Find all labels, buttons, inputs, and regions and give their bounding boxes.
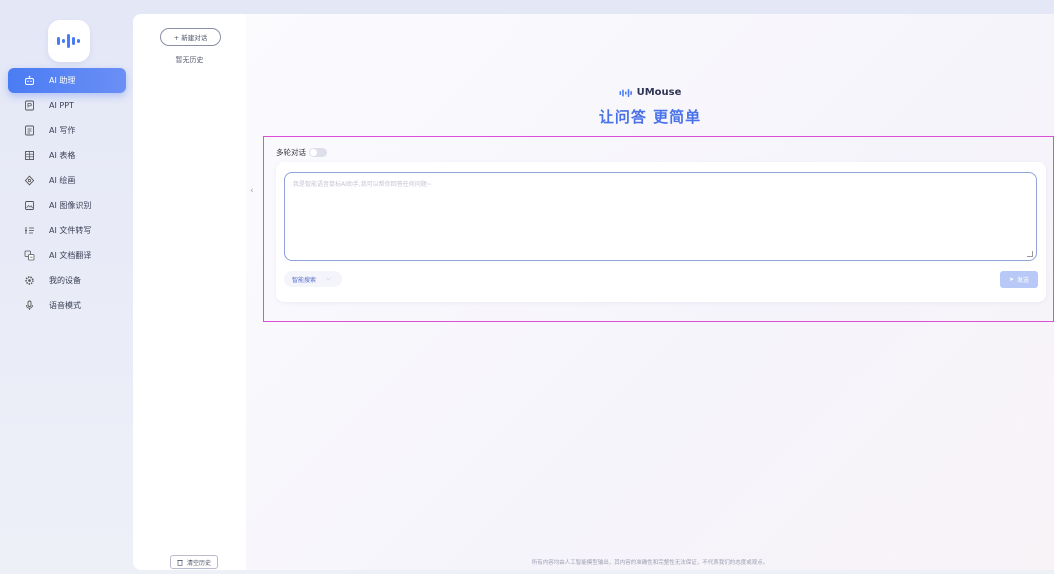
- send-plane-icon: ➤: [1008, 276, 1014, 283]
- ppt-icon: [24, 100, 35, 111]
- sidebar-item-label: 语音模式: [49, 301, 81, 310]
- collapse-panel-chevron-left-icon[interactable]: ‹: [250, 186, 254, 196]
- app-logo[interactable]: [48, 20, 90, 62]
- sidebar-item-ai-doc-translation[interactable]: AI 文档翻译: [8, 243, 126, 268]
- transcribe-icon: [24, 225, 35, 236]
- sidebar-item-label: AI 图像识别: [49, 201, 92, 210]
- sidebar-item-label: AI 文档翻译: [49, 251, 92, 260]
- send-button[interactable]: ➤ 发送: [1000, 271, 1038, 288]
- sidebar-item-label: AI 表格: [49, 151, 76, 160]
- sidebar-item-label: AI 文件转写: [49, 226, 92, 235]
- multi-turn-control: 多轮对话: [276, 147, 327, 158]
- clear-history-button[interactable]: 清空历史: [170, 555, 218, 569]
- input-card: 我是智能语音鼠标AI助手,我可以帮你回答任何问题~ 智能搜索 ⌵ ➤ 发送: [276, 162, 1046, 302]
- multi-turn-label: 多轮对话: [276, 148, 306, 157]
- sidebar-item-ai-ppt[interactable]: AI PPT: [8, 93, 126, 118]
- sidebar-item-ai-assistant[interactable]: AI 助理: [8, 68, 126, 93]
- send-label: 发送: [1017, 277, 1030, 284]
- new-chat-button[interactable]: + 新建对话: [160, 28, 221, 46]
- slogan-title: 让问答 更简单: [598, 108, 702, 126]
- sidebar-item-ai-table[interactable]: AI 表格: [8, 143, 126, 168]
- sidebar-item-label: 我的设备: [49, 276, 81, 285]
- translate-icon: [24, 250, 35, 261]
- resize-handle-icon[interactable]: [1027, 251, 1033, 257]
- palette-icon: [24, 175, 35, 186]
- table-icon: [24, 150, 35, 161]
- nav-list: AI 助理 AI PPT AI 写作 AI 表格 AI 绘画 AI 图像识别 A…: [8, 68, 126, 318]
- sidebar-item-voice-mode[interactable]: 语音模式: [8, 293, 126, 318]
- smart-search-dropdown[interactable]: 智能搜索 ⌵: [284, 271, 342, 287]
- brand-header: UMouse: [246, 87, 1054, 98]
- image-scan-icon: [24, 200, 35, 211]
- disclaimer-text: 所有内容均由人工智能模型输出，其内容的准确性和完整性无法保证，不代表我们的态度或…: [531, 560, 769, 566]
- document-icon: [24, 125, 35, 136]
- sidebar-item-ai-writing[interactable]: AI 写作: [8, 118, 126, 143]
- app-window: AI 助理 AI PPT AI 写作 AI 表格 AI 绘画 AI 图像识别 A…: [0, 0, 1054, 574]
- history-panel: + 新建对话 暂无历史 清空历史: [133, 14, 246, 570]
- sidebar-item-label: AI 绘画: [49, 176, 76, 185]
- clear-history-label: 清空历史: [186, 559, 211, 567]
- microphone-icon: [24, 300, 35, 311]
- sidebar-item-my-devices[interactable]: 我的设备: [8, 268, 126, 293]
- input-placeholder: 我是智能语音鼠标AI助手,我可以帮你回答任何问题~: [293, 181, 432, 188]
- trash-icon: [177, 559, 183, 566]
- sidebar-item-ai-file-transcription[interactable]: AI 文件转写: [8, 218, 126, 243]
- sidebar-item-label: AI 写作: [49, 126, 76, 135]
- sidebar-item-label: AI 助理: [49, 76, 76, 85]
- sidebar-nav: AI 助理 AI PPT AI 写作 AI 表格 AI 绘画 AI 图像识别 A…: [8, 10, 126, 570]
- smart-search-label: 智能搜索: [292, 276, 317, 284]
- waveform-logo-icon: [619, 88, 632, 97]
- chevron-down-icon: ⌵: [326, 275, 331, 282]
- sidebar-item-ai-image-recognition[interactable]: AI 图像识别: [8, 193, 126, 218]
- robot-icon: [24, 75, 35, 86]
- question-input[interactable]: 我是智能语音鼠标AI助手,我可以帮你回答任何问题~: [284, 172, 1037, 261]
- main-chat-area: ‹ UMouse 让问答 更简单 多轮对话 我是智能语音鼠标AI助手,我可以帮你…: [246, 14, 1054, 570]
- device-gear-icon: [24, 275, 35, 286]
- chat-input-region: 多轮对话 我是智能语音鼠标AI助手,我可以帮你回答任何问题~ 智能搜索 ⌵ ➤ …: [263, 136, 1054, 322]
- multi-turn-toggle[interactable]: [309, 148, 327, 157]
- sidebar-item-ai-painting[interactable]: AI 绘画: [8, 168, 126, 193]
- brand-name: UMouse: [636, 87, 682, 98]
- sidebar-item-label: AI PPT: [49, 101, 74, 110]
- waveform-logo-icon: [57, 34, 80, 48]
- empty-history-text: 暂无历史: [175, 56, 204, 64]
